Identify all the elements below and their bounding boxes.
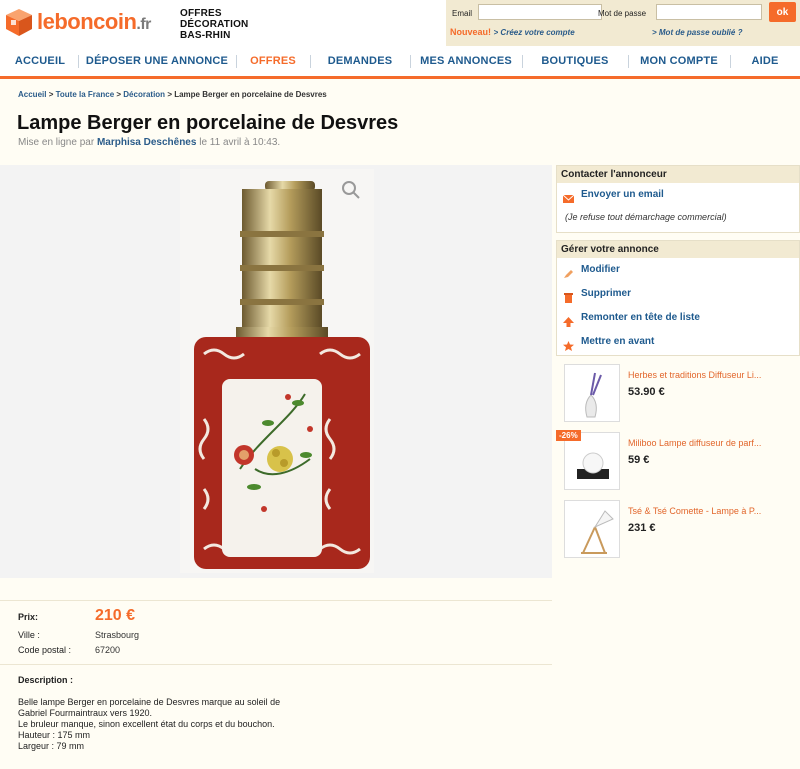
postal-code-value: 67200: [95, 645, 121, 655]
contact-box: Contacter l'annonceur Envoyer un email (…: [556, 165, 800, 233]
main-nav: ACCUEIL DÉPOSER UNE ANNONCE OFFRES DEMAN…: [0, 46, 800, 79]
section-line-1: OFFRES: [180, 8, 222, 19]
breadcrumb: Accueil > Toute la France > Décoration >…: [18, 90, 327, 99]
site-header: leboncoin.fr OFFRES DÉCORATION BAS-RHIN …: [0, 0, 800, 46]
posted-prefix: Mise en ligne par: [18, 137, 95, 148]
breadcrumb-separator: >: [116, 90, 122, 99]
nav-item-mon-compte[interactable]: MON COMPTE: [632, 46, 726, 76]
promo-thumbnail: [564, 364, 620, 422]
pencil-icon: [563, 265, 574, 278]
photo-area: [0, 165, 552, 578]
contact-heading: Contacter l'annonceur: [557, 166, 799, 183]
description-line: Belle lampe Berger en porcelaine de Desv…: [18, 697, 281, 707]
manage-box: Gérer votre annonce Modifier Supprimer R…: [556, 240, 800, 356]
delete-label: Supprimer: [581, 288, 632, 299]
zoom-icon[interactable]: [340, 179, 362, 201]
price-value: 210 €: [95, 607, 136, 624]
city-label: Ville :: [18, 630, 40, 640]
description-line: Le bruleur manque, sinon excellent état …: [18, 719, 275, 729]
page-title: Lampe Berger en porcelaine de Desvres: [17, 112, 399, 134]
promo-title: Miliboo Lampe diffuseur de parf...: [628, 438, 762, 448]
arrow-up-icon: [563, 313, 574, 327]
star-icon: [563, 337, 574, 351]
trash-icon: [563, 289, 574, 303]
password-field[interactable]: [656, 4, 762, 20]
nav-divider: [236, 55, 237, 68]
email-field[interactable]: [478, 4, 602, 20]
nouveau-label: Nouveau!: [450, 27, 492, 37]
signup-promo: Nouveau! > Créez votre compte: [450, 27, 575, 37]
password-label: Mot de passe: [598, 9, 647, 18]
product-photo[interactable]: [180, 169, 374, 573]
nav-divider: [78, 55, 79, 68]
description-line: Hauteur : 175 mm: [18, 730, 91, 740]
bump-link[interactable]: Remonter en tête de liste: [557, 306, 799, 330]
envelope-icon: [562, 190, 575, 203]
forgot-password-link[interactable]: > Mot de passe oublié ?: [652, 28, 742, 37]
description-line: Gabriel Fourmaintraux vers 1920.: [18, 708, 153, 718]
breadcrumb-separator: >: [167, 90, 172, 99]
nav-divider: [310, 55, 311, 68]
promo-title: Herbes et traditions Diffuseur Li...: [628, 370, 762, 380]
divider: [0, 600, 552, 601]
section-line-3: BAS-RHIN: [180, 30, 231, 41]
nav-item-boutiques[interactable]: BOUTIQUES: [526, 46, 624, 76]
city-value: Strasbourg: [95, 630, 140, 640]
send-email-label: Envoyer un email: [581, 189, 664, 200]
email-label: Email: [452, 9, 473, 18]
nav-item-accueil[interactable]: ACCUEIL: [6, 46, 74, 76]
refuse-solicitation-note: (Je refuse tout démarchage commercial): [565, 212, 727, 222]
description-label: Description :: [18, 675, 74, 685]
logo-name: leboncoin: [37, 9, 137, 34]
nav-item-deposer[interactable]: DÉPOSER UNE ANNONCE: [82, 46, 232, 76]
nav-divider: [730, 55, 731, 68]
promo-title: Tsé & Tsé Comette - Lampe à P...: [628, 506, 762, 516]
promo-price: 231 €: [628, 522, 656, 534]
breadcrumb-separator: >: [48, 90, 54, 99]
modify-link[interactable]: Modifier: [557, 258, 799, 282]
discount-badge: -26%: [556, 430, 581, 441]
bump-label: Remonter en tête de liste: [581, 312, 700, 323]
manage-heading: Gérer votre annonce: [557, 241, 799, 258]
posted-info: Mise en ligne par Marphisa Deschênes le …: [18, 137, 280, 148]
section-line-2: DÉCORATION: [180, 19, 249, 30]
promo-item[interactable]: Herbes et traditions Diffuseur Li... 53.…: [556, 362, 800, 428]
postal-code-label: Code postal :: [18, 645, 72, 655]
feature-label: Mettre en avant: [581, 336, 655, 347]
promo-item[interactable]: Tsé & Tsé Comette - Lampe à P... 231 €: [556, 498, 800, 564]
box-logo-icon: [4, 7, 34, 37]
nav-divider: [410, 55, 411, 68]
divider: [0, 664, 552, 665]
section-label: OFFRES DÉCORATION BAS-RHIN: [180, 8, 248, 41]
modify-label: Modifier: [581, 264, 620, 275]
nav-divider: [522, 55, 523, 68]
promo-thumbnail: [564, 500, 620, 558]
nav-item-aide[interactable]: AIDE: [734, 46, 796, 76]
logo-tld: .fr: [136, 16, 151, 33]
breadcrumb-current: Lampe Berger en porcelaine de Desvres: [174, 90, 327, 99]
author-link[interactable]: Marphisa Deschênes: [97, 137, 197, 148]
promo-item[interactable]: -26% Miliboo Lampe diffuseur de parf... …: [556, 430, 800, 496]
site-logo[interactable]: leboncoin.fr: [4, 5, 151, 39]
nav-divider: [628, 55, 629, 68]
feature-link[interactable]: Mettre en avant: [557, 330, 799, 354]
price-label: Prix:: [18, 612, 39, 622]
posted-date: le 11 avril à 10:43.: [199, 137, 281, 148]
nav-item-offres[interactable]: OFFRES: [240, 46, 306, 76]
promo-price: 53.90 €: [628, 386, 665, 398]
login-ok-button[interactable]: ok: [769, 2, 796, 22]
nav-item-demandes[interactable]: DEMANDES: [314, 46, 406, 76]
breadcrumb-decoration[interactable]: Décoration: [123, 90, 165, 99]
description-body: Belle lampe Berger en porcelaine de Desv…: [18, 697, 438, 752]
description-line: Largeur : 79 mm: [18, 741, 85, 751]
promo-price: 59 €: [628, 454, 650, 466]
breadcrumb-accueil[interactable]: Accueil: [18, 90, 46, 99]
login-panel: Email Mot de passe ok Nouveau! > Créez v…: [446, 0, 800, 46]
delete-link[interactable]: Supprimer: [557, 282, 799, 306]
breadcrumb-toute-la-france[interactable]: Toute la France: [56, 90, 115, 99]
nav-item-mes-annonces[interactable]: MES ANNONCES: [414, 46, 518, 76]
create-account-link[interactable]: > Créez votre compte: [494, 28, 575, 37]
send-email-link[interactable]: Envoyer un email: [557, 183, 799, 207]
